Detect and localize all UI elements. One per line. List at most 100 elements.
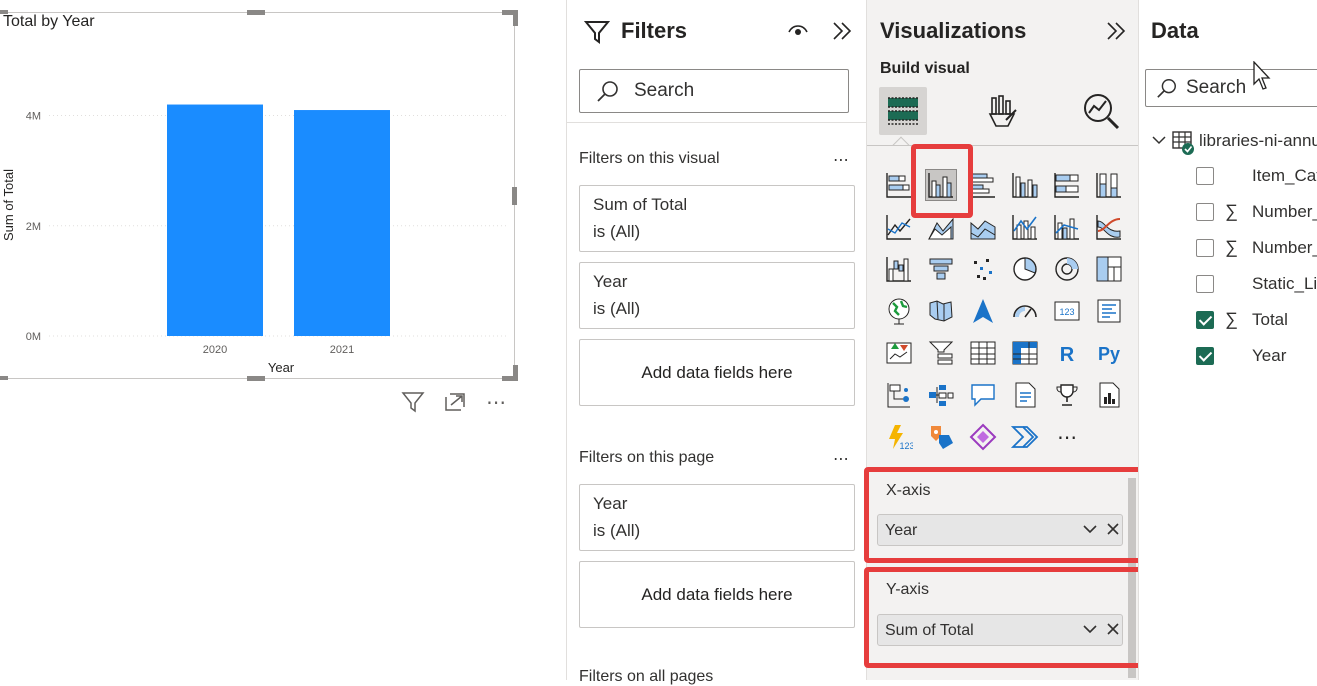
eye-icon[interactable] [787, 22, 809, 43]
field-checkbox[interactable] [1196, 311, 1214, 329]
line-chart-icon[interactable] [883, 211, 915, 243]
sigma-icon: ∑ [1225, 309, 1238, 329]
report-canvas[interactable]: 0M 2M 4M 2020 2021 Year Sum of Total Total by … [0, 0, 566, 680]
filters-search-input[interactable]: Search [579, 69, 849, 113]
filter-card-year[interactable]: Year is (All) [579, 262, 855, 329]
bar-2021[interactable] [294, 110, 390, 337]
field-row[interactable]: Item_Category [1139, 162, 1317, 192]
pie-chart-icon[interactable] [1009, 253, 1041, 285]
filter-card-sum-of-total[interactable]: Sum of Total is (All) [579, 185, 855, 252]
field-name: Number_of_Loans [1252, 238, 1317, 257]
add-visual-filter-dropzone[interactable]: Add data fields here [579, 339, 855, 406]
resize-handle-right[interactable] [512, 187, 517, 205]
resize-handle-top-left[interactable] [0, 10, 8, 14]
build-visual-label: Build visual [880, 60, 970, 77]
page-filter-card-year[interactable]: Year is (All) [579, 484, 855, 551]
card-icon[interactable]: 123 [1051, 295, 1083, 327]
treemap-icon[interactable] [1093, 253, 1125, 285]
field-row[interactable]: Static_Library [1139, 270, 1317, 300]
smart-narrative-icon[interactable] [1009, 379, 1041, 411]
power-automate-icon[interactable] [925, 421, 957, 453]
key-influencers-icon[interactable] [883, 379, 915, 411]
kpi-icon[interactable] [883, 337, 915, 369]
format-visual-tab-icon[interactable] [979, 87, 1027, 135]
resize-handle-top[interactable] [247, 10, 265, 15]
gauge-icon[interactable] [1009, 295, 1041, 327]
filter-card-state: is (All) [593, 299, 641, 318]
map-icon[interactable] [883, 295, 915, 327]
y-axis-title: Sum of Total [1, 169, 16, 241]
filter-card-name: Year [593, 272, 628, 291]
column-chart-visual[interactable]: 0M 2M 4M 2020 2021 Year Sum of Total Total by … [0, 12, 515, 379]
chevron-down-icon[interactable] [1151, 133, 1167, 147]
more-options-icon[interactable]: ⋯ [482, 388, 510, 416]
power-automate-arrow-icon[interactable] [1009, 421, 1041, 453]
resize-handle-bottom[interactable] [247, 376, 265, 381]
funnel-chart-icon[interactable] [925, 253, 957, 285]
metrics-icon[interactable] [1051, 379, 1083, 411]
y-axis-field-pill[interactable]: Sum of Total [877, 614, 1123, 646]
donut-chart-icon[interactable] [1051, 253, 1083, 285]
add-page-filter-dropzone[interactable]: Add data fields here [579, 561, 855, 628]
field-row[interactable]: Year [1139, 342, 1317, 372]
x-tick-label: 2021 [330, 344, 354, 356]
table-icon[interactable] [967, 337, 999, 369]
collapse-visualizations-icon[interactable] [1105, 20, 1127, 47]
scatter-chart-icon[interactable] [967, 253, 999, 285]
line-and-column-chart-icon[interactable] [1009, 211, 1041, 243]
data-search-input[interactable]: Search [1145, 69, 1317, 107]
field-checkbox[interactable] [1196, 167, 1214, 185]
line-and-clustered-column-chart-icon[interactable] [1051, 211, 1083, 243]
build-visual-tab-icon[interactable] [879, 87, 927, 135]
x-axis-field-pill[interactable]: Year [877, 514, 1123, 546]
qa-visual-icon[interactable] [967, 379, 999, 411]
power-apps-icon[interactable]: 123 [883, 421, 915, 453]
filters-title: Filters [621, 18, 688, 43]
100-stacked-bar-chart-icon[interactable] [1051, 169, 1083, 201]
ribbon-chart-icon[interactable] [1093, 211, 1125, 243]
matrix-icon[interactable] [1009, 337, 1041, 369]
remove-field-icon[interactable] [1105, 620, 1121, 642]
filter-card-name: Sum of Total [593, 195, 688, 214]
resize-handle-bottom-left[interactable] [0, 376, 8, 380]
svg-text:R: R [1060, 344, 1075, 366]
focus-mode-icon[interactable] [441, 388, 469, 416]
r-visual-icon[interactable]: R [1051, 337, 1083, 369]
more-visuals-icon[interactable]: ⋯ [1051, 421, 1083, 453]
decomposition-tree-icon[interactable] [925, 379, 957, 411]
field-row[interactable]: ∑ Total [1139, 306, 1317, 336]
filter-icon[interactable] [399, 388, 427, 416]
resize-handle-top-right-v[interactable] [513, 10, 518, 26]
visual-title: Total by Year [3, 13, 95, 30]
stacked-column-chart-icon[interactable] [1009, 169, 1041, 201]
x-axis-field-name: Year [885, 522, 918, 539]
filters-on-visual-more-icon[interactable]: ⋯ [833, 150, 850, 170]
field-checkbox[interactable] [1196, 203, 1214, 221]
filters-on-all-pages-label: Filters on all pages [579, 668, 714, 685]
filters-on-page-more-icon[interactable]: ⋯ [833, 449, 850, 469]
field-checkbox[interactable] [1196, 239, 1214, 257]
field-row[interactable]: ∑ Number_of_Items [1139, 198, 1317, 228]
chevron-down-icon[interactable] [1081, 520, 1099, 542]
analytics-tab-icon[interactable] [1077, 87, 1125, 135]
y-axis-field-name: Sum of Total [885, 622, 974, 639]
resize-handle-bottom-right-v[interactable] [513, 365, 518, 381]
power-apps-diamond-icon[interactable] [967, 421, 999, 453]
paginated-report-icon[interactable] [1093, 379, 1125, 411]
azure-map-icon[interactable] [967, 295, 999, 327]
slicer-icon[interactable] [925, 337, 957, 369]
field-row[interactable]: ∑ Number_of_Loans [1139, 234, 1317, 264]
100-stacked-column-chart-icon[interactable] [1093, 169, 1125, 201]
filled-map-icon[interactable] [925, 295, 957, 327]
bar-2020[interactable] [167, 104, 263, 337]
chevron-down-icon[interactable] [1081, 620, 1099, 642]
remove-field-icon[interactable] [1105, 520, 1121, 542]
collapse-filters-icon[interactable] [831, 20, 853, 47]
y-axis-well-label: Y-axis [886, 581, 929, 598]
field-checkbox[interactable] [1196, 347, 1214, 365]
python-visual-icon[interactable]: Py [1093, 337, 1125, 369]
multi-row-card-icon[interactable] [1093, 295, 1125, 327]
waterfall-chart-icon[interactable] [883, 253, 915, 285]
table-row-libraries[interactable]: libraries-ni-annual [1139, 127, 1317, 157]
field-checkbox[interactable] [1196, 275, 1214, 293]
